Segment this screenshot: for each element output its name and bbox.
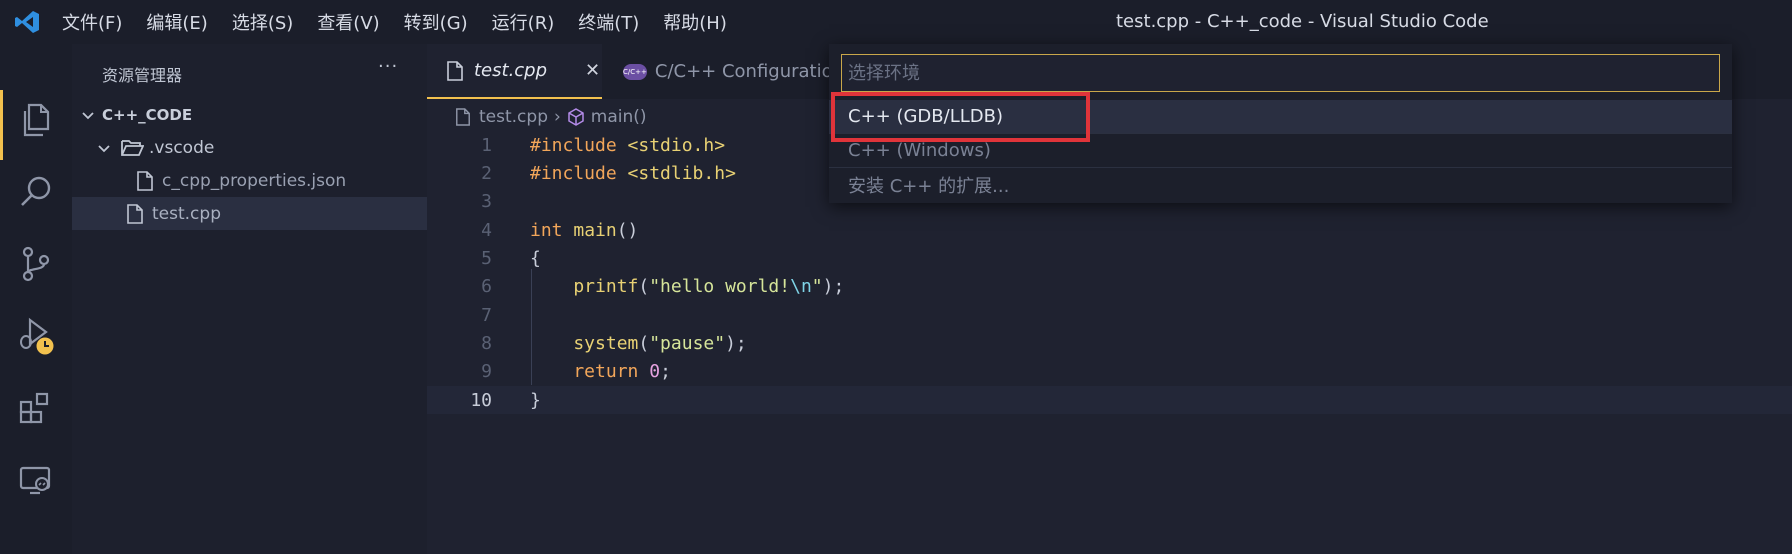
breadcrumb-separator: › bbox=[553, 107, 561, 127]
file-icon bbox=[137, 170, 153, 191]
quick-pick-panel: C++ (GDB/LLDB) C++ (Windows) 安装 C++ 的扩展.… bbox=[829, 44, 1732, 203]
code-line: 5 { bbox=[427, 244, 1792, 272]
code-text: #include <stdio.h> bbox=[530, 134, 726, 156]
symbol-method-icon bbox=[568, 108, 584, 126]
breadcrumb-symbol[interactable]: main() bbox=[591, 107, 647, 127]
more-actions-icon[interactable]: ··· bbox=[378, 56, 398, 77]
code-text: int main() bbox=[530, 219, 639, 241]
line-number: 7 bbox=[481, 304, 492, 326]
tree-folder-label: .vscode bbox=[149, 137, 215, 158]
tree-file-label: c_cpp_properties.json bbox=[162, 170, 347, 191]
code-line: 7 bbox=[427, 301, 1792, 329]
activity-bar bbox=[0, 44, 72, 554]
line-number: 4 bbox=[481, 219, 492, 241]
menu-edit[interactable]: 编辑(E) bbox=[146, 9, 207, 35]
title-bar: 文件(F) 编辑(E) 选择(S) 查看(V) 转到(G) 运行(R) 终端(T… bbox=[0, 0, 1792, 44]
line-number: 6 bbox=[481, 275, 492, 297]
environment-search-input[interactable] bbox=[841, 54, 1720, 92]
menu-file[interactable]: 文件(F) bbox=[62, 9, 122, 35]
code-line: 9 return 0; bbox=[427, 357, 1792, 385]
explorer-sidebar: 资源管理器 ··· C++_CODE .vscode c_cpp_propert… bbox=[72, 44, 427, 554]
search-icon[interactable] bbox=[16, 172, 56, 212]
menu-help[interactable]: 帮助(H) bbox=[663, 9, 727, 35]
explorer-icon[interactable] bbox=[16, 100, 56, 140]
code-line: 4 int main() bbox=[427, 216, 1792, 244]
close-icon[interactable]: ✕ bbox=[585, 60, 600, 81]
code-text: return 0; bbox=[530, 360, 671, 382]
tree-file-test-cpp[interactable]: test.cpp bbox=[72, 197, 427, 230]
run-debug-icon[interactable] bbox=[16, 316, 56, 356]
line-number: 10 bbox=[470, 389, 492, 411]
tree-file-c-cpp-properties[interactable]: c_cpp_properties.json bbox=[72, 164, 427, 197]
tab-label: C/C++ Configuration bbox=[654, 61, 835, 82]
file-icon bbox=[127, 203, 143, 224]
code-text: system("pause"); bbox=[530, 332, 747, 354]
cpp-extension-icon: C/C++ bbox=[623, 63, 647, 80]
quick-pick-item-install-extension[interactable]: 安装 C++ 的扩展... bbox=[829, 168, 1732, 201]
code-text: printf("hello world!\n"); bbox=[530, 275, 845, 297]
file-icon bbox=[456, 108, 470, 126]
tree-folder-vscode[interactable]: .vscode bbox=[72, 131, 427, 164]
extensions-icon[interactable] bbox=[16, 388, 56, 428]
file-icon bbox=[447, 60, 463, 81]
line-number: 2 bbox=[481, 162, 492, 184]
tree-root-label: C++_CODE bbox=[102, 105, 193, 124]
indent-guide bbox=[531, 269, 532, 385]
line-number: 1 bbox=[481, 134, 492, 156]
line-number: 9 bbox=[481, 360, 492, 382]
active-indicator bbox=[0, 90, 3, 160]
window-title: test.cpp - C++_code - Visual Studio Code bbox=[1116, 11, 1489, 32]
menu-selection[interactable]: 选择(S) bbox=[232, 9, 293, 35]
explorer-title: 资源管理器 bbox=[102, 66, 183, 85]
line-number: 3 bbox=[481, 190, 492, 212]
tree-file-label: test.cpp bbox=[152, 203, 221, 224]
remote-explorer-icon[interactable] bbox=[16, 460, 56, 500]
code-text: { bbox=[530, 247, 541, 269]
folder-open-icon bbox=[121, 139, 144, 156]
menu-bar: 文件(F) 编辑(E) 选择(S) 查看(V) 转到(G) 运行(R) 终端(T… bbox=[62, 0, 751, 44]
code-text: } bbox=[530, 389, 541, 411]
code-text: #include <stdlib.h> bbox=[530, 162, 736, 184]
menu-go[interactable]: 转到(G) bbox=[404, 9, 468, 35]
source-control-icon[interactable] bbox=[16, 244, 56, 284]
chevron-down-icon bbox=[98, 144, 110, 152]
menu-terminal[interactable]: 终端(T) bbox=[578, 9, 639, 35]
tree-root-folder[interactable]: C++_CODE bbox=[72, 98, 427, 131]
line-number: 5 bbox=[481, 247, 492, 269]
line-number: 8 bbox=[481, 332, 492, 354]
vscode-logo-icon bbox=[15, 11, 39, 33]
menu-view[interactable]: 查看(V) bbox=[317, 9, 379, 35]
code-line-current: 10 } bbox=[427, 386, 1792, 414]
tab-label: test.cpp bbox=[474, 60, 548, 81]
menu-run[interactable]: 运行(R) bbox=[492, 9, 555, 35]
code-line: 8 system("pause"); bbox=[427, 329, 1792, 357]
breadcrumb-file[interactable]: test.cpp bbox=[479, 107, 548, 127]
tab-test-cpp[interactable]: test.cpp ✕ bbox=[427, 44, 602, 99]
chevron-down-icon bbox=[82, 111, 94, 119]
breadcrumb: test.cpp › main() bbox=[455, 102, 647, 132]
code-line: 6 printf("hello world!\n"); bbox=[427, 272, 1792, 300]
tab-cpp-configuration[interactable]: C/C++ C/C++ Configuration bbox=[605, 44, 835, 99]
quick-pick-item-windows[interactable]: C++ (Windows) bbox=[829, 134, 1732, 167]
quick-pick-item-gdb-lldb[interactable]: C++ (GDB/LLDB) bbox=[829, 100, 1732, 133]
